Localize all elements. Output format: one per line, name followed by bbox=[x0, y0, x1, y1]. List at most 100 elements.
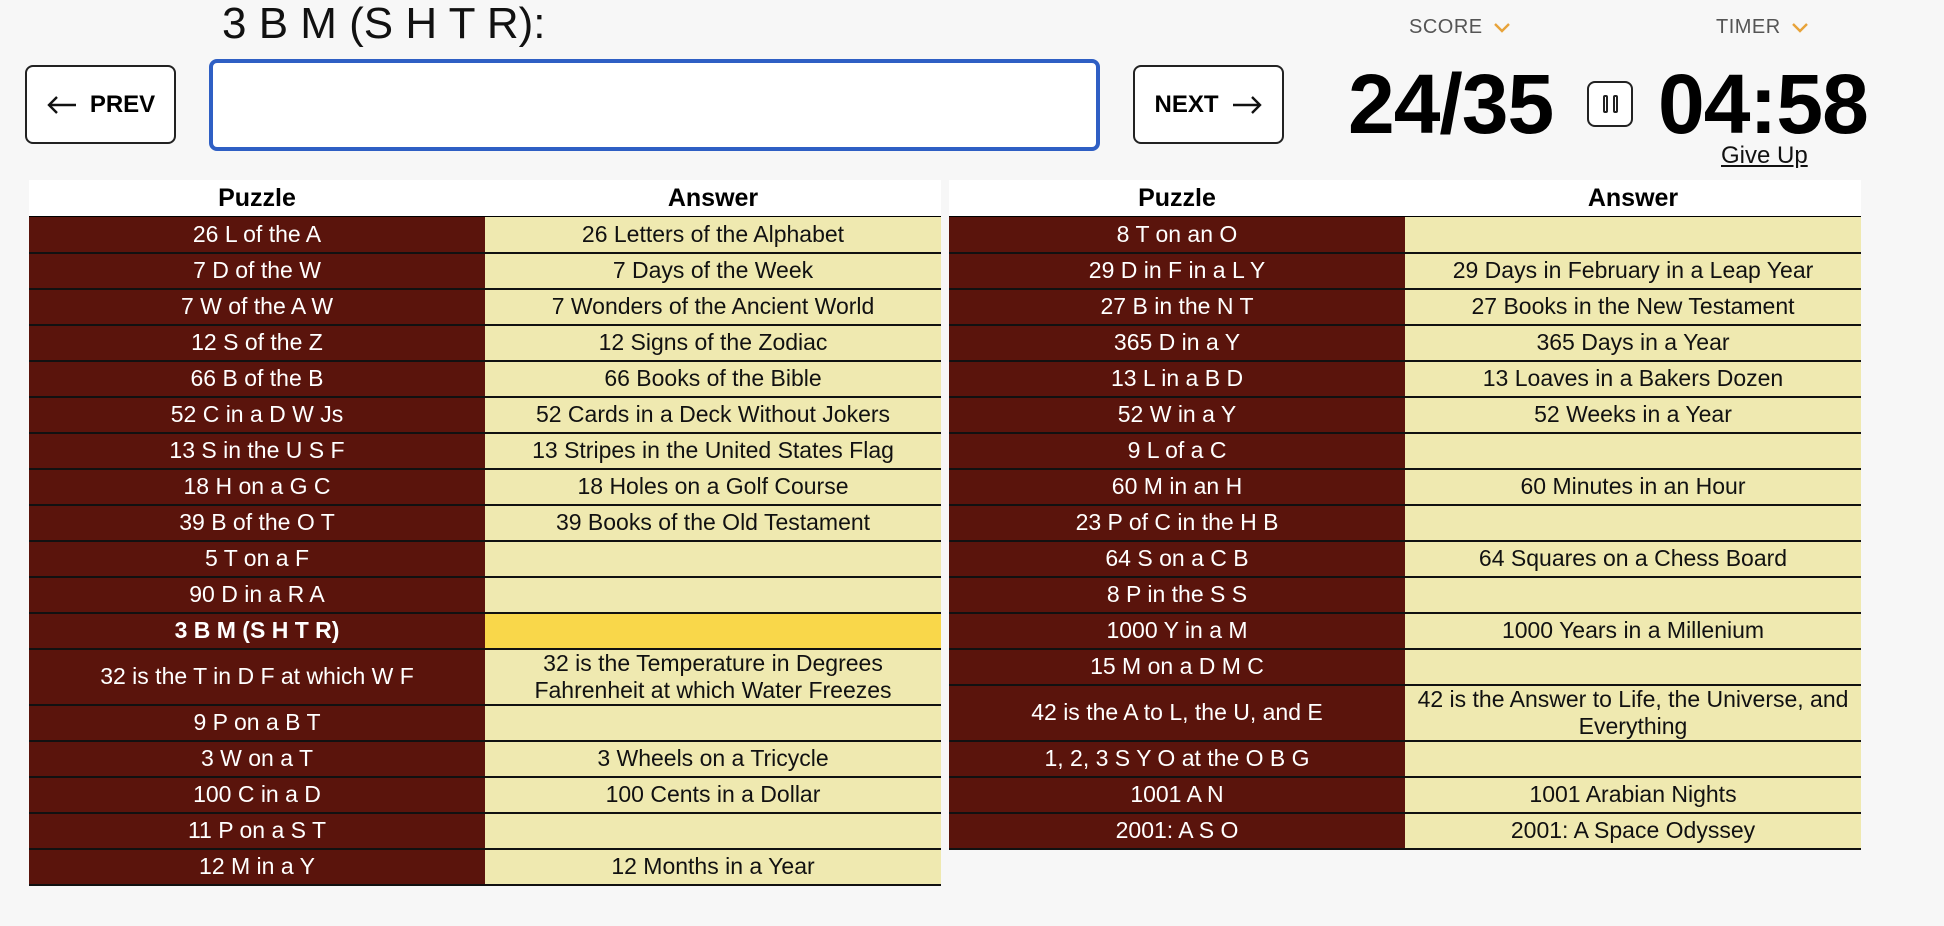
puzzle-column-header: Puzzle bbox=[949, 180, 1405, 217]
puzzle-cell: 29 D in F in a L Y bbox=[949, 252, 1405, 290]
puzzle-cell: 8 T on an O bbox=[949, 216, 1405, 254]
puzzle-cell: 12 M in a Y bbox=[29, 848, 485, 886]
answer-cell: 13 Stripes in the United States Flag bbox=[485, 432, 941, 470]
answer-cell bbox=[1405, 648, 1861, 686]
score-label: SCORE bbox=[1409, 16, 1483, 38]
answer-cell: 39 Books of the Old Testament bbox=[485, 504, 941, 542]
table-row: 100 C in a D 100 Cents in a Dollar bbox=[29, 776, 941, 814]
timer-value: 04:58 bbox=[1658, 57, 1869, 151]
table-row: 11 P on a S T bbox=[29, 812, 941, 850]
puzzle-cell: 66 B of the B bbox=[29, 360, 485, 398]
table-row: 7 W of the A W7 Wonders of the Ancient W… bbox=[29, 288, 941, 326]
answer-cell: 27 Books in the New Testament bbox=[1405, 288, 1861, 326]
table-row: 7 D of the W7 Days of the Week bbox=[29, 252, 941, 290]
pause-icon-bar bbox=[1612, 95, 1618, 113]
table-row: 60 M in an H 60 Minutes in an Hour bbox=[949, 468, 1861, 506]
answer-cell bbox=[1405, 740, 1861, 778]
puzzle-cell: 365 D in a Y bbox=[949, 324, 1405, 362]
next-button-label: NEXT bbox=[1154, 90, 1219, 118]
table-row: 29 D in F in a L Y 29 Days in February in… bbox=[949, 252, 1861, 290]
answer-column-header: Answer bbox=[485, 180, 941, 217]
puzzle-cell: 3 W on a T bbox=[29, 740, 485, 778]
puzzle-cell: 3 B M (S H T R) bbox=[29, 612, 485, 650]
table-row: 1000 Y in a M 1000 Years in a Millenium bbox=[949, 612, 1861, 650]
puzzle-cell: 26 L of the A bbox=[29, 216, 485, 254]
answer-cell: 42 is the Answer to Life, the Universe, … bbox=[1405, 684, 1861, 742]
puzzle-cell: 52 C in a D W Js bbox=[29, 396, 485, 434]
puzzle-cell: 15 M on a D M C bbox=[949, 648, 1405, 686]
table-row: 26 L of the A 26 Letters of the Alphabet bbox=[29, 216, 941, 254]
score-value: 24/35 bbox=[1348, 57, 1554, 151]
table-row: 12 S of the Z 12 Signs of the Zodiac bbox=[29, 324, 941, 362]
table-row: 365 D in a Y 365 Days in a Year bbox=[949, 324, 1861, 362]
answer-cell: 1000 Years in a Millenium bbox=[1405, 612, 1861, 650]
answer-cell bbox=[485, 704, 941, 742]
table-row: 42 is the A to L, the U, and E 42 is the … bbox=[949, 684, 1861, 742]
table-row: 9 L of a C bbox=[949, 432, 1861, 470]
table-row: 66 B of the B 66 Books of the Bible bbox=[29, 360, 941, 398]
puzzle-cell: 32 is the T in D F at which W F bbox=[29, 648, 485, 706]
puzzle-cell: 100 C in a D bbox=[29, 776, 485, 814]
answer-cell bbox=[1405, 576, 1861, 614]
table-row: 52 W in a Y 52 Weeks in a Year bbox=[949, 396, 1861, 434]
answer-cell: 32 is the Temperature in Degrees Fahrenh… bbox=[485, 648, 941, 706]
give-up-link[interactable]: Give Up bbox=[1721, 142, 1808, 170]
puzzle-cell: 27 B in the N T bbox=[949, 288, 1405, 326]
current-puzzle-prompt: 3 B M (S H T R): bbox=[222, 0, 546, 48]
answer-cell: 7 Days of the Week bbox=[485, 252, 941, 290]
answer-cell: 12 Months in a Year bbox=[485, 848, 941, 886]
answer-column-header: Answer bbox=[1405, 180, 1861, 217]
answer-cell bbox=[485, 576, 941, 614]
answer-cell: 64 Squares on a Chess Board bbox=[1405, 540, 1861, 578]
table-row: 23 P of C in the H B bbox=[949, 504, 1861, 542]
puzzle-cell: 42 is the A to L, the U, and E bbox=[949, 684, 1405, 742]
answer-cell: 1001 Arabian Nights bbox=[1405, 776, 1861, 814]
answer-input[interactable] bbox=[209, 59, 1100, 151]
answer-cell bbox=[485, 812, 941, 850]
prev-button[interactable]: PREV bbox=[25, 65, 176, 144]
table-row: 13 L in a B D 13 Loaves in a Bakers Dozen bbox=[949, 360, 1861, 398]
answer-cell bbox=[1405, 216, 1861, 254]
table-row: 8 P in the S S bbox=[949, 576, 1861, 614]
table-row: 12 M in a Y 12 Months in a Year bbox=[29, 848, 941, 886]
answer-cell: 52 Weeks in a Year bbox=[1405, 396, 1861, 434]
table-row: 90 D in a R A bbox=[29, 576, 941, 614]
timer-label: TIMER bbox=[1716, 16, 1781, 38]
answer-cell bbox=[1405, 504, 1861, 542]
puzzle-cell: 13 L in a B D bbox=[949, 360, 1405, 398]
table-row: 64 S on a C B 64 Squares on a Chess Board bbox=[949, 540, 1861, 578]
timer-dropdown[interactable]: TIMER bbox=[1716, 16, 1809, 39]
puzzle-cell: 90 D in a R A bbox=[29, 576, 485, 614]
puzzle-cell: 18 H on a G C bbox=[29, 468, 485, 506]
table-row: 3 B M (S H T R) bbox=[29, 612, 941, 650]
score-dropdown[interactable]: SCORE bbox=[1409, 16, 1511, 39]
next-button[interactable]: NEXT bbox=[1133, 65, 1284, 144]
chevron-down-icon bbox=[1791, 22, 1808, 33]
puzzle-cell: 8 P in the S S bbox=[949, 576, 1405, 614]
answer-cell: 2001: A Space Odyssey bbox=[1405, 812, 1861, 850]
puzzle-cell: 12 S of the Z bbox=[29, 324, 485, 362]
table-row: 52 C in a D W Js 52 Cards in a Deck Witho… bbox=[29, 396, 941, 434]
puzzle-column-header: Puzzle bbox=[29, 180, 485, 217]
table-row: 8 T on an O bbox=[949, 216, 1861, 254]
table-row: 32 is the T in D F at which W F 32 is the… bbox=[29, 648, 941, 706]
table-row: 18 H on a G C 18 Holes on a Golf Course bbox=[29, 468, 941, 506]
quiz-table-right: Puzzle Answer 8 T on an O 29 D in F in a … bbox=[949, 180, 1861, 850]
table-row: 39 B of the O T 39 Books of the Old Testa… bbox=[29, 504, 941, 542]
quiz-table-left: Puzzle Answer 26 L of the A 26 Letters of… bbox=[29, 180, 941, 886]
answer-cell: 26 Letters of the Alphabet bbox=[485, 216, 941, 254]
puzzle-cell: 1, 2, 3 S Y O at the O B G bbox=[949, 740, 1405, 778]
chevron-down-icon bbox=[1493, 22, 1510, 33]
answer-cell: 52 Cards in a Deck Without Jokers bbox=[485, 396, 941, 434]
answer-cell: 18 Holes on a Golf Course bbox=[485, 468, 941, 506]
puzzle-cell: 5 T on a F bbox=[29, 540, 485, 578]
arrow-left-icon bbox=[47, 95, 76, 114]
table-row: 15 M on a D M C bbox=[949, 648, 1861, 686]
answer-cell: 100 Cents in a Dollar bbox=[485, 776, 941, 814]
pause-button[interactable] bbox=[1587, 81, 1633, 127]
table-row: 9 P on a B T bbox=[29, 704, 941, 742]
puzzle-cell: 7 D of the W bbox=[29, 252, 485, 290]
arrow-right-icon bbox=[1232, 95, 1262, 114]
answer-cell: 13 Loaves in a Bakers Dozen bbox=[1405, 360, 1861, 398]
table-row: 13 S in the U S F 13 Stripes in the Unite… bbox=[29, 432, 941, 470]
